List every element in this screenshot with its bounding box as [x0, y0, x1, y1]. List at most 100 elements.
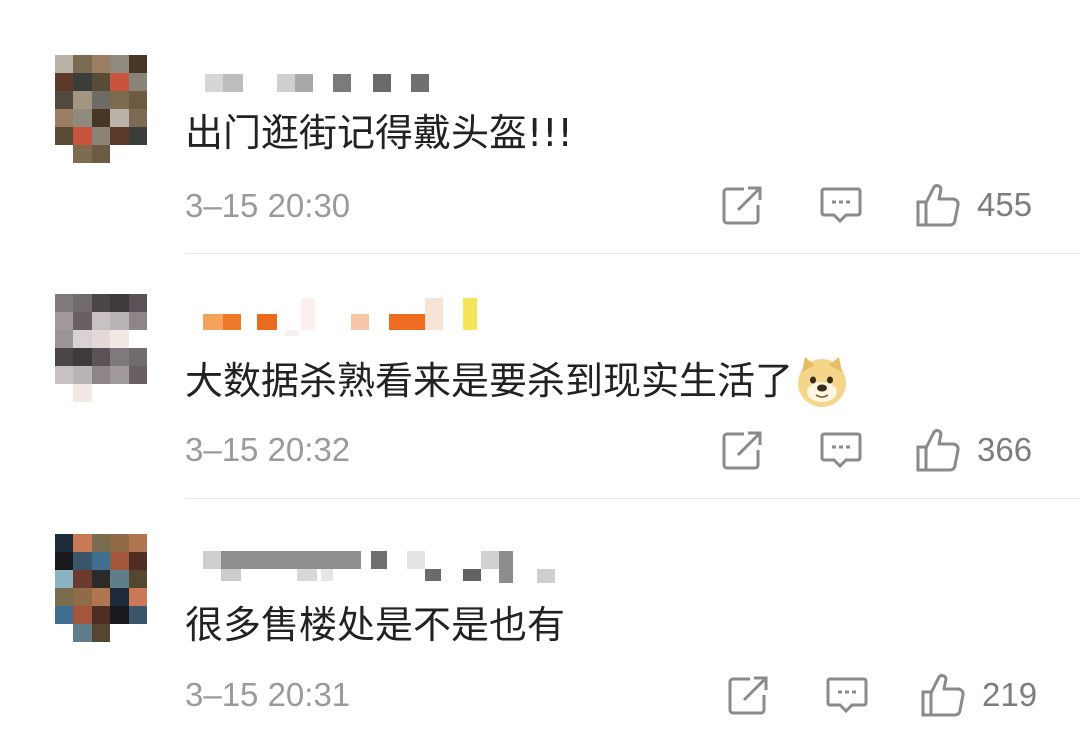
avatar-pixel: [110, 534, 129, 552]
comment-item: 很多售楼处是不是也有 3–15 20:31 219: [0, 499, 1080, 738]
avatar-pixel: [128, 348, 147, 366]
avatar-pixel: [55, 348, 74, 366]
avatar-pixel: [55, 552, 74, 570]
avatar[interactable]: [55, 294, 147, 402]
comment-text-label: 大数据杀熟看来是要杀到现实生活了: [185, 359, 794, 403]
avatar-pixel: [91, 127, 111, 145]
avatar-pixel: [73, 570, 92, 588]
like-count: 455: [977, 186, 1033, 223]
avatar-pixel: [128, 312, 147, 330]
avatar-pixel: [55, 294, 74, 312]
like-button[interactable]: 455: [915, 182, 1032, 228]
comment-text: 很多售楼处是不是也有: [185, 601, 565, 649]
avatar-pixel: [73, 55, 92, 73]
avatar-pixel: [73, 552, 92, 570]
forward-button[interactable]: [722, 430, 764, 470]
avatar-pixel: [91, 109, 111, 127]
avatar-pixel: [110, 55, 129, 73]
forward-button[interactable]: [728, 675, 770, 715]
avatar-pixel: [128, 91, 147, 109]
forward-icon: [722, 431, 762, 470]
comment-text: 出门逛街记得戴头盔!!!: [185, 109, 573, 157]
avatar-pixel: [73, 366, 92, 384]
like-button[interactable]: 366: [915, 427, 1032, 473]
avatar-pixel: [128, 55, 147, 73]
reply-button[interactable]: [826, 676, 868, 716]
avatar-pixel: [110, 330, 129, 348]
thumbs-up-icon: [916, 184, 960, 227]
avatar-pixel: [91, 348, 111, 366]
avatar-pixel: [73, 312, 92, 330]
avatar-pixel: [55, 55, 74, 73]
avatar-pixel: [91, 55, 111, 73]
avatar-pixel: [128, 534, 147, 552]
avatar-pixel: [110, 127, 129, 145]
avatar-pixel: [110, 294, 129, 312]
avatar-pixel: [73, 624, 92, 642]
avatar-pixel: [73, 384, 92, 402]
avatar-pixel: [73, 91, 92, 109]
avatar-pixel: [128, 294, 147, 312]
avatar-pixel: [91, 606, 111, 624]
avatar-pixel: [110, 91, 129, 109]
avatar-pixel: [73, 127, 92, 145]
avatar-pixel: [110, 73, 129, 91]
avatar-pixel: [91, 384, 111, 402]
avatar-pixel: [73, 606, 92, 624]
comment-timestamp: 3–15 20:31: [185, 676, 351, 713]
avatar-pixel: [91, 588, 111, 606]
comment-timestamp: 3–15 20:30: [185, 187, 351, 224]
avatar-pixel: [55, 588, 74, 606]
forward-icon: [722, 186, 762, 225]
nickname-redacted[interactable]: [185, 294, 605, 336]
avatar-pixel: [128, 588, 147, 606]
comment-text-label: 很多售楼处是不是也有: [185, 603, 566, 647]
avatar-pixel: [55, 73, 74, 91]
comment-item: 出门逛街记得戴头盔!!! 3–15 20:30 455: [0, 0, 1080, 254]
avatar-pixel: [73, 145, 92, 163]
forward-icon: [728, 676, 768, 715]
nickname-redacted[interactable]: [185, 547, 605, 587]
avatar-pixel: [55, 109, 74, 127]
comment-timestamp: 3–15 20:32: [185, 431, 351, 468]
comment-item: 大数据杀熟看来是要杀到现实生活了 3–15 20:32 366: [0, 254, 1080, 499]
comment-text-label: 出门逛街记得戴头盔!!!: [185, 111, 573, 155]
reply-button[interactable]: [820, 186, 862, 226]
comment-icon: [820, 432, 862, 469]
avatar-pixel: [91, 312, 111, 330]
avatar-pixel: [91, 570, 111, 588]
avatar-pixel: [110, 606, 129, 624]
avatar-pixel: [73, 294, 92, 312]
avatar-pixel: [110, 366, 129, 384]
forward-button[interactable]: [722, 185, 764, 225]
like-button[interactable]: 219: [920, 672, 1037, 718]
avatar-pixel: [73, 534, 92, 552]
thumbs-up-icon: [921, 674, 965, 717]
avatar-pixel: [73, 348, 92, 366]
avatar-pixel: [73, 330, 92, 348]
avatar-pixel: [73, 73, 92, 91]
avatar-pixel: [91, 552, 111, 570]
avatar-pixel: [91, 330, 111, 348]
thumbs-up-icon: [916, 429, 960, 472]
avatar-pixel: [128, 109, 147, 127]
avatar-pixel: [128, 73, 147, 91]
avatar-pixel: [128, 606, 147, 624]
avatar-pixel: [91, 73, 111, 91]
avatar[interactable]: [55, 55, 147, 163]
like-count: 366: [977, 431, 1033, 468]
avatar-pixel: [55, 312, 74, 330]
avatar-pixel: [110, 348, 129, 366]
doge-emoji: [798, 357, 847, 407]
comment-icon: [826, 677, 868, 714]
comment-list-screen: { "comments": [ { "nickname_redacted": t…: [0, 0, 1080, 738]
avatar[interactable]: [55, 534, 147, 642]
reply-button[interactable]: [820, 431, 862, 471]
avatar-pixel: [128, 570, 147, 588]
nickname-redacted[interactable]: [185, 70, 605, 110]
avatar-pixel: [91, 534, 111, 552]
avatar-pixel: [73, 588, 92, 606]
avatar-pixel: [110, 312, 129, 330]
avatar-pixel: [91, 366, 111, 384]
avatar-pixel: [91, 294, 111, 312]
